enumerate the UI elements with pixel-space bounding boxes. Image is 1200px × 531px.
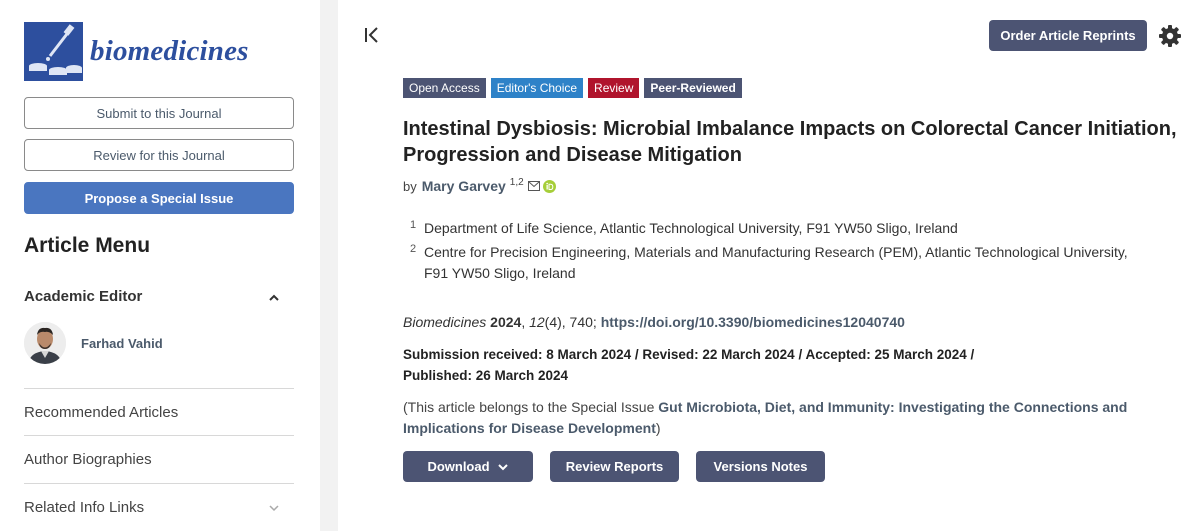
review-reports-button[interactable]: Review Reports bbox=[550, 451, 679, 482]
chevron-up-icon[interactable] bbox=[267, 291, 281, 305]
affiliation-2: 2 Centre for Precision Engineering, Mate… bbox=[410, 242, 1144, 284]
academic-editor[interactable]: Farhad Vahid bbox=[24, 322, 163, 364]
journal-logo[interactable]: biomedicines bbox=[24, 22, 249, 81]
gear-icon[interactable] bbox=[1158, 24, 1182, 48]
chevron-down-icon bbox=[497, 463, 508, 470]
special-issue-suffix: ) bbox=[655, 420, 661, 436]
collapse-sidebar-icon[interactable] bbox=[362, 25, 382, 45]
special-issue-note: (This article belongs to the Special Iss… bbox=[403, 397, 1163, 439]
menu-item-recommended-articles[interactable]: Recommended Articles bbox=[24, 388, 294, 435]
versions-notes-button[interactable]: Versions Notes bbox=[696, 451, 825, 482]
article-main: Order Article Reprints Open Access Edito… bbox=[338, 0, 1200, 531]
orcid-icon[interactable] bbox=[542, 179, 556, 193]
editors-choice-badge[interactable]: Editor's Choice bbox=[490, 78, 584, 98]
by-label: by bbox=[403, 178, 417, 194]
menu-item-label: Related Info Links bbox=[24, 498, 145, 516]
download-label: Download bbox=[427, 459, 490, 474]
academic-editor-heading[interactable]: Academic Editor bbox=[24, 288, 142, 305]
citation-year: 2024 bbox=[490, 314, 522, 330]
menu-item-label: Author Biographies bbox=[24, 450, 152, 468]
affiliation-number: 2 bbox=[410, 243, 417, 255]
review-badge: Review bbox=[588, 78, 640, 98]
journal-name: biomedicines bbox=[90, 35, 249, 67]
review-for-journal-button[interactable]: Review for this Journal bbox=[24, 139, 294, 171]
article-menu-title: Article Menu bbox=[24, 234, 151, 257]
affiliation-number: 1 bbox=[410, 219, 417, 231]
doi-link[interactable]: https://doi.org/10.3390/biomedicines1204… bbox=[601, 314, 905, 330]
menu-item-label: Recommended Articles bbox=[24, 403, 179, 421]
affiliation-1: 1 Department of Life Science, Atlantic T… bbox=[410, 218, 1144, 239]
citation-volume: 12 bbox=[529, 314, 545, 330]
mail-icon[interactable] bbox=[527, 181, 540, 191]
author-affiliation-numbers: 1,2 bbox=[509, 176, 524, 188]
article-badges: Open Access Editor's Choice Review Peer-… bbox=[403, 78, 742, 98]
citation: Biomedicines 2024, 12(4), 740; https://d… bbox=[403, 314, 905, 330]
editor-name: Farhad Vahid bbox=[81, 335, 163, 351]
author-link[interactable]: Mary Garvey bbox=[422, 178, 506, 194]
submit-to-journal-button[interactable]: Submit to this Journal bbox=[24, 97, 294, 129]
download-button[interactable]: Download bbox=[403, 451, 533, 482]
publication-dates: Submission received: 8 March 2024 / Revi… bbox=[403, 347, 975, 383]
avatar bbox=[24, 322, 66, 364]
journal-logo-icon bbox=[24, 22, 83, 81]
propose-special-issue-button[interactable]: Propose a Special Issue bbox=[24, 182, 294, 214]
peer-reviewed-badge: Peer-Reviewed bbox=[644, 78, 742, 98]
menu-item-related-info-links[interactable]: Related Info Links bbox=[24, 483, 294, 530]
byline: by Mary Garvey 1,2 bbox=[403, 176, 556, 194]
order-reprints-button[interactable]: Order Article Reprints bbox=[989, 20, 1147, 51]
special-issue-prefix: (This article belongs to the Special Iss… bbox=[403, 399, 659, 415]
citation-journal: Biomedicines bbox=[403, 314, 487, 330]
open-access-badge: Open Access bbox=[403, 78, 486, 98]
article-actions: Download Review Reports Versions Notes bbox=[403, 451, 825, 482]
chevron-down-icon bbox=[269, 505, 279, 512]
citation-issue-pages: (4), 740; bbox=[544, 314, 597, 330]
affiliation-text: Centre for Precision Engineering, Materi… bbox=[424, 244, 1128, 281]
sidebar: biomedicines Submit to this Journal Revi… bbox=[0, 0, 320, 531]
menu-item-author-biographies[interactable]: Author Biographies bbox=[24, 435, 294, 482]
article-title: Intestinal Dysbiosis: Microbial Imbalanc… bbox=[403, 118, 1177, 166]
affiliation-text: Department of Life Science, Atlantic Tec… bbox=[424, 220, 958, 236]
